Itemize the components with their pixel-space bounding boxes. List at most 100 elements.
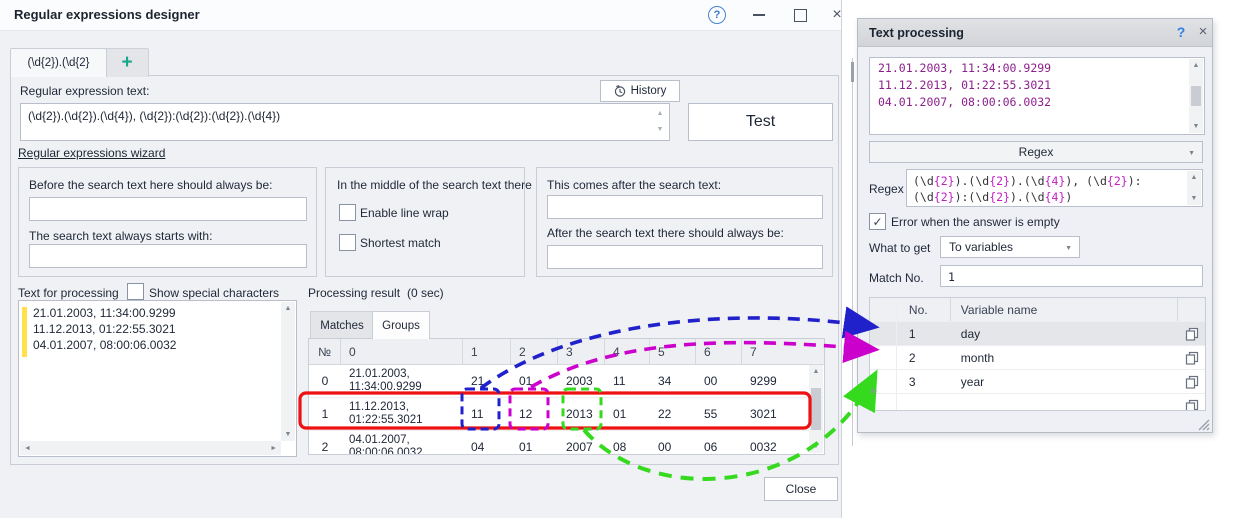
error-when-empty-checkbox[interactable]: ✓	[869, 213, 886, 230]
scroll-thumb[interactable]	[1191, 86, 1201, 106]
panel-text-line: 11.12.2013, 01:22:55.3021	[878, 78, 1204, 92]
variable-name[interactable]	[951, 394, 1178, 411]
variable-row[interactable]: 3 year	[870, 370, 1205, 394]
variable-name[interactable]: month	[951, 346, 1178, 369]
cell-group: 2013	[558, 398, 605, 430]
shortest-match-label: Shortest match	[360, 236, 441, 250]
what-to-get-dropdown[interactable]: To variables ▼	[940, 236, 1080, 258]
col-header-variable-name: Variable name	[951, 298, 1178, 321]
match-no-input[interactable]: 1	[940, 265, 1203, 287]
mode-dropdown[interactable]: Regex ▼	[869, 141, 1203, 163]
scroll-left-icon[interactable]: ◄	[24, 445, 31, 452]
close-button[interactable]: Close	[764, 477, 838, 501]
scroll-down-icon[interactable]: ▼	[285, 431, 292, 438]
matches-label: Matches	[320, 320, 363, 332]
spinner-down-icon[interactable]: ▼	[654, 126, 666, 134]
scroll-up-icon[interactable]: ▲	[285, 305, 292, 312]
panel-regex-input[interactable]: (\d{2}).(\d{2}).(\d{4}), (\d{2}):(\d{2})…	[906, 169, 1203, 207]
col-header: 6	[696, 339, 742, 364]
cell-full-match: 21.01.2003, 11:34:00.9299	[341, 365, 463, 397]
tab-matches[interactable]: Matches	[310, 311, 374, 340]
regex-expression-value: (\d{2}).(\d{2}).(\d{4}), (\d{2}):(\d{2})…	[28, 109, 280, 123]
vertical-scrollbar[interactable]: ▲ ▼	[281, 302, 295, 441]
variable-no: 2	[897, 346, 951, 369]
selector-column	[870, 298, 897, 321]
enable-line-wrap-label: Enable line wrap	[360, 206, 449, 220]
regex-wizard-link[interactable]: Regular expressions wizard	[18, 146, 165, 160]
regex-expression-input[interactable]: (\d{2}).(\d{2}).(\d{4}), (\d{2}):(\d{2})…	[20, 103, 670, 141]
table-row[interactable]: 1 11.12.2013, 01:22:55.3021 11 12 2013 0…	[309, 398, 824, 431]
scroll-down-icon[interactable]: ▼	[813, 443, 820, 450]
match-no-label: Match No.	[869, 271, 924, 285]
cell-no: 2	[309, 431, 341, 455]
source-text-area[interactable]: 21.01.2003, 11:34:00.9299 11.12.2013, 01…	[18, 300, 297, 457]
col-header: 1	[463, 339, 511, 364]
starts-with-input[interactable]	[29, 244, 307, 268]
copy-icon[interactable]	[1178, 346, 1205, 369]
tab-regex-expression[interactable]: (\d{2}).(\d{2}	[10, 48, 107, 77]
copy-icon[interactable]	[1178, 370, 1205, 393]
show-special-characters-checkbox[interactable]	[127, 283, 144, 300]
panel-text-area[interactable]: 21.01.2003, 11:34:00.9299 11.12.2013, 01…	[869, 57, 1205, 135]
variables-header-row: No. Variable name	[870, 298, 1205, 322]
minimize-button[interactable]	[748, 4, 770, 26]
maximize-button[interactable]	[789, 4, 811, 26]
copy-icon[interactable]	[1178, 322, 1205, 345]
show-special-characters-label: Show special characters	[149, 286, 279, 300]
comes-after-label: This comes after the search text:	[547, 178, 721, 192]
variable-row[interactable]: 2 month	[870, 346, 1205, 370]
tab-groups[interactable]: Groups	[372, 311, 430, 339]
cell-group: 0032	[742, 431, 797, 455]
scroll-down-icon[interactable]: ▼	[1193, 123, 1200, 130]
table-row[interactable]: 2 04.01.2007, 08:00:06.0032 04 01 2007 0…	[309, 431, 824, 455]
cell-full-match: 04.01.2007, 08:00:06.0032	[341, 431, 463, 455]
variable-row[interactable]: 1 day	[870, 322, 1205, 346]
after-always-input[interactable]	[547, 245, 823, 269]
variable-name[interactable]: year	[951, 370, 1178, 393]
horizontal-scrollbar[interactable]: ◄ ►	[20, 441, 281, 455]
wizard-group-middle: In the middle of the search text there E…	[325, 167, 525, 277]
help-button[interactable]: ?	[706, 4, 728, 26]
cell-group: 9299	[742, 365, 797, 397]
middle-label: In the middle of the search text there	[337, 178, 532, 192]
cell-group: 11	[463, 398, 511, 430]
scroll-up-icon[interactable]: ▲	[1193, 62, 1200, 69]
source-line: 11.12.2013, 01:22:55.3021	[33, 322, 176, 336]
close-window-button[interactable]: ×	[826, 4, 848, 26]
scroll-up-icon[interactable]: ▲	[813, 368, 820, 375]
source-line: 21.01.2003, 11:34:00.9299	[33, 306, 176, 320]
variable-name[interactable]: day	[951, 322, 1178, 345]
table-row[interactable]: 0 21.01.2003, 11:34:00.9299 21 01 2003 1…	[309, 365, 824, 398]
shortest-match-checkbox[interactable]	[339, 234, 356, 251]
col-header: 5	[650, 339, 696, 364]
test-button[interactable]: Test	[688, 103, 833, 141]
scroll-thumb[interactable]	[811, 388, 821, 430]
copy-icon[interactable]	[1178, 394, 1205, 411]
selector-cell	[870, 346, 897, 369]
col-header: 2	[511, 339, 558, 364]
panel-text-scrollbar[interactable]: ▲ ▼	[1189, 59, 1203, 133]
panel-help-button[interactable]: ?	[1172, 24, 1190, 42]
changed-lines-marker	[22, 307, 27, 357]
table-vertical-scrollbar[interactable]: ▲ ▼	[809, 365, 823, 453]
variable-row-empty[interactable]	[870, 394, 1205, 411]
scroll-right-icon[interactable]: ►	[270, 445, 277, 452]
enable-line-wrap-checkbox[interactable]	[339, 204, 356, 221]
cell-group: 01	[605, 398, 650, 430]
panel-regex-scrollbar[interactable]: ▲ ▼	[1187, 171, 1201, 205]
before-input[interactable]	[29, 197, 307, 221]
add-tab-button[interactable]: +	[105, 48, 149, 77]
window-title: Regular expressions designer	[14, 7, 200, 22]
cell-group: 06	[696, 431, 742, 455]
spinner-up-icon[interactable]: ▲	[654, 110, 666, 118]
scroll-up-icon[interactable]: ▲	[1191, 174, 1198, 181]
resize-grip[interactable]	[1196, 417, 1210, 431]
processing-time: (0 sec)	[407, 286, 444, 300]
cell-group: 12	[511, 398, 558, 430]
panel-close-button[interactable]: ×	[1194, 23, 1212, 41]
history-button[interactable]: History	[600, 80, 680, 102]
divider-scroll-thumb[interactable]	[851, 62, 854, 82]
window-divider	[852, 58, 853, 446]
comes-after-input[interactable]	[547, 195, 823, 219]
scroll-down-icon[interactable]: ▼	[1191, 195, 1198, 202]
